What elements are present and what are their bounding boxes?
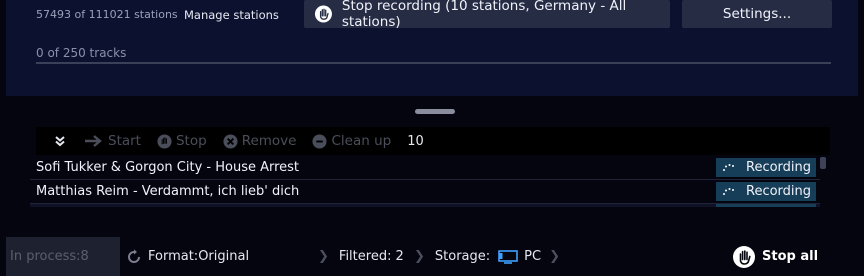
recordings-count: 10 (407, 133, 424, 149)
list-item-partial (30, 204, 820, 207)
spinner-icon (723, 187, 734, 195)
recording-title: Matthias Reim - Verdammt, ich lieb' dich (36, 184, 300, 199)
settings-label: Settings... (722, 6, 792, 22)
spinner-icon (723, 163, 734, 171)
in-process-value: 8 (80, 249, 89, 264)
in-process-indicator: In process: 8 (6, 237, 120, 276)
storage-selector[interactable]: ❯ Storage: PC ❯ (414, 237, 570, 276)
recordings-toolbar: Start Stop Remove Clean up 10 (36, 127, 830, 155)
stations-count: 57493 of 111021 stations (36, 8, 178, 21)
filtered-label: Filtered: (338, 249, 392, 264)
filtered-value: 2 (395, 249, 404, 264)
format-selector[interactable]: Format: Original (126, 237, 249, 276)
settings-button[interactable]: Settings... (682, 0, 832, 28)
stop-hand-icon (314, 5, 332, 23)
pc-monitor-icon (498, 249, 518, 264)
stop-hand-icon (733, 245, 755, 268)
stop-button[interactable]: Stop (157, 133, 207, 149)
list-scrollbar[interactable] (820, 157, 826, 169)
format-value: Original (198, 249, 250, 264)
remove-label: Remove (241, 133, 297, 149)
arrow-right-icon (85, 135, 102, 147)
manage-stations-link[interactable]: Manage stations (184, 8, 279, 22)
cleanup-label: Clean up (331, 133, 392, 149)
format-label: Format: (148, 249, 199, 264)
stop-recording-button[interactable]: Stop recording (10 stations, Germany - A… (304, 0, 670, 30)
refresh-icon (128, 249, 140, 263)
stop-label: Stop (175, 133, 207, 149)
storage-value: PC (524, 249, 542, 264)
chevron-right-icon: ❯ (549, 249, 560, 264)
status-badge-partial (716, 204, 816, 207)
top-panel: 57493 of 111021 stations Manage stations… (6, 0, 858, 96)
remove-icon (223, 133, 238, 149)
chevron-right-icon: ❯ (318, 249, 329, 264)
status-label: Recording (746, 184, 812, 199)
minus-circle-icon (312, 133, 328, 149)
remove-button[interactable]: Remove (223, 133, 297, 149)
stop-recording-label: Stop recording (10 stations, Germany - A… (341, 0, 627, 30)
collapse-button[interactable] (48, 129, 72, 153)
start-button[interactable]: Start (84, 133, 141, 149)
in-process-label: In process: (10, 249, 81, 264)
chevron-right-icon: ❯ (414, 249, 425, 264)
stop-hand-icon (157, 133, 172, 149)
recordings-list: Sofi Tukker & Gorgon City - House Arrest… (30, 156, 820, 204)
list-item[interactable]: Sofi Tukker & Gorgon City - House Arrest… (30, 156, 820, 180)
list-item[interactable]: Matthias Reim - Verdammt, ich lieb' dich… (30, 180, 820, 204)
double-chevron-down-icon (55, 136, 65, 147)
stop-all-label: Stop all (762, 249, 819, 264)
filtered-selector[interactable]: ❯ Filtered: 2 (318, 237, 404, 276)
tracks-count: 0 of 250 tracks (36, 46, 127, 60)
stop-all-button[interactable]: Stop all (732, 237, 818, 276)
tracks-progress-bar (36, 62, 831, 64)
cleanup-button[interactable]: Clean up (312, 133, 391, 149)
panel-splitter-handle[interactable] (415, 109, 455, 114)
status-bar: In process: 8 Format: Original ❯ Filtere… (0, 237, 864, 276)
start-label: Start (108, 133, 141, 149)
status-label: Recording (746, 160, 812, 175)
storage-label: Storage: (434, 249, 491, 264)
status-badge: Recording (716, 158, 816, 177)
status-badge: Recording (716, 182, 816, 201)
recording-title: Sofi Tukker & Gorgon City - House Arrest (36, 160, 300, 175)
